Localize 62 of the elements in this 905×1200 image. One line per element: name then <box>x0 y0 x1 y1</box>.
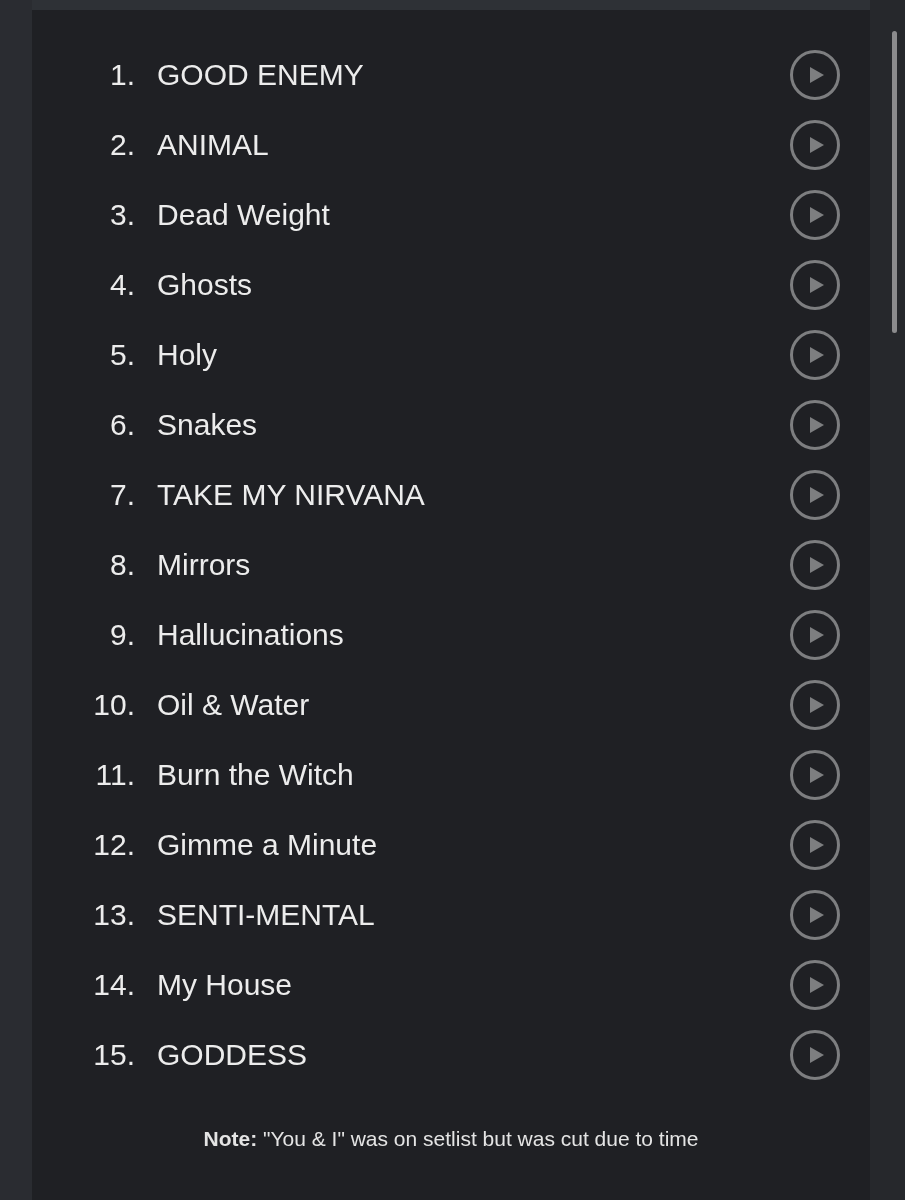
track-number: 8. <box>108 547 135 583</box>
track-number: 7. <box>108 477 135 513</box>
play-icon <box>810 907 824 923</box>
track-title: GOOD ENEMY <box>157 57 365 93</box>
track-title: Dead Weight <box>157 197 331 233</box>
track-title: Gimme a Minute <box>157 827 379 863</box>
play-button[interactable] <box>790 260 840 310</box>
play-icon <box>810 1047 824 1063</box>
play-button[interactable] <box>790 470 840 520</box>
track-number: 11. <box>94 757 135 793</box>
track-title: Mirrors <box>157 547 252 583</box>
play-button[interactable] <box>790 540 840 590</box>
play-button[interactable] <box>790 680 840 730</box>
play-icon <box>810 207 824 223</box>
track-number: 4. <box>108 267 135 303</box>
play-button[interactable] <box>790 960 840 1010</box>
track-number: 12. <box>92 827 135 863</box>
play-button[interactable] <box>790 820 840 870</box>
play-icon <box>810 557 824 573</box>
footnote-text: Note: "You & I" was on setlist but was cut due to time <box>202 1126 700 1152</box>
play-icon <box>810 347 824 363</box>
track-number: 15. <box>92 1037 135 1073</box>
track-title: Burn the Witch <box>157 757 355 793</box>
track-title: SENTI-MENTAL <box>157 897 376 933</box>
track-number: 3. <box>108 197 135 233</box>
track-title: TAKE MY NIRVANA <box>157 477 426 513</box>
scrollbar-thumb[interactable] <box>892 31 897 333</box>
track-title: GODDESS <box>157 1037 309 1073</box>
track-number: 9. <box>108 617 135 653</box>
play-icon <box>810 697 824 713</box>
play-icon <box>810 837 824 853</box>
track-title: My House <box>157 967 294 1003</box>
play-button[interactable] <box>790 1030 840 1080</box>
track-number: 1. <box>108 57 135 93</box>
track-title: Oil & Water <box>157 687 311 723</box>
play-button[interactable] <box>790 50 840 100</box>
play-button[interactable] <box>790 190 840 240</box>
play-button[interactable] <box>790 610 840 660</box>
play-icon <box>810 137 824 153</box>
track-title: Ghosts <box>157 267 254 303</box>
track-title: ANIMAL <box>157 127 270 163</box>
play-icon <box>810 67 824 83</box>
play-button[interactable] <box>790 750 840 800</box>
track-number: 14. <box>92 967 135 1003</box>
play-button[interactable] <box>790 120 840 170</box>
play-button[interactable] <box>790 400 840 450</box>
track-number: 5. <box>108 337 135 373</box>
play-icon <box>810 487 824 503</box>
play-button[interactable] <box>790 890 840 940</box>
play-button[interactable] <box>790 330 840 380</box>
track-title: Hallucinations <box>157 617 345 653</box>
track-number: 2. <box>108 127 135 163</box>
play-icon <box>810 417 824 433</box>
track-number: 10. <box>92 687 135 723</box>
play-icon <box>810 977 824 993</box>
track-title: Snakes <box>157 407 259 443</box>
track-title: Holy <box>157 337 218 373</box>
track-number: 6. <box>108 407 135 443</box>
play-icon <box>810 627 824 643</box>
play-icon <box>810 277 824 293</box>
track-number: 13. <box>92 897 135 933</box>
play-icon <box>810 767 824 783</box>
